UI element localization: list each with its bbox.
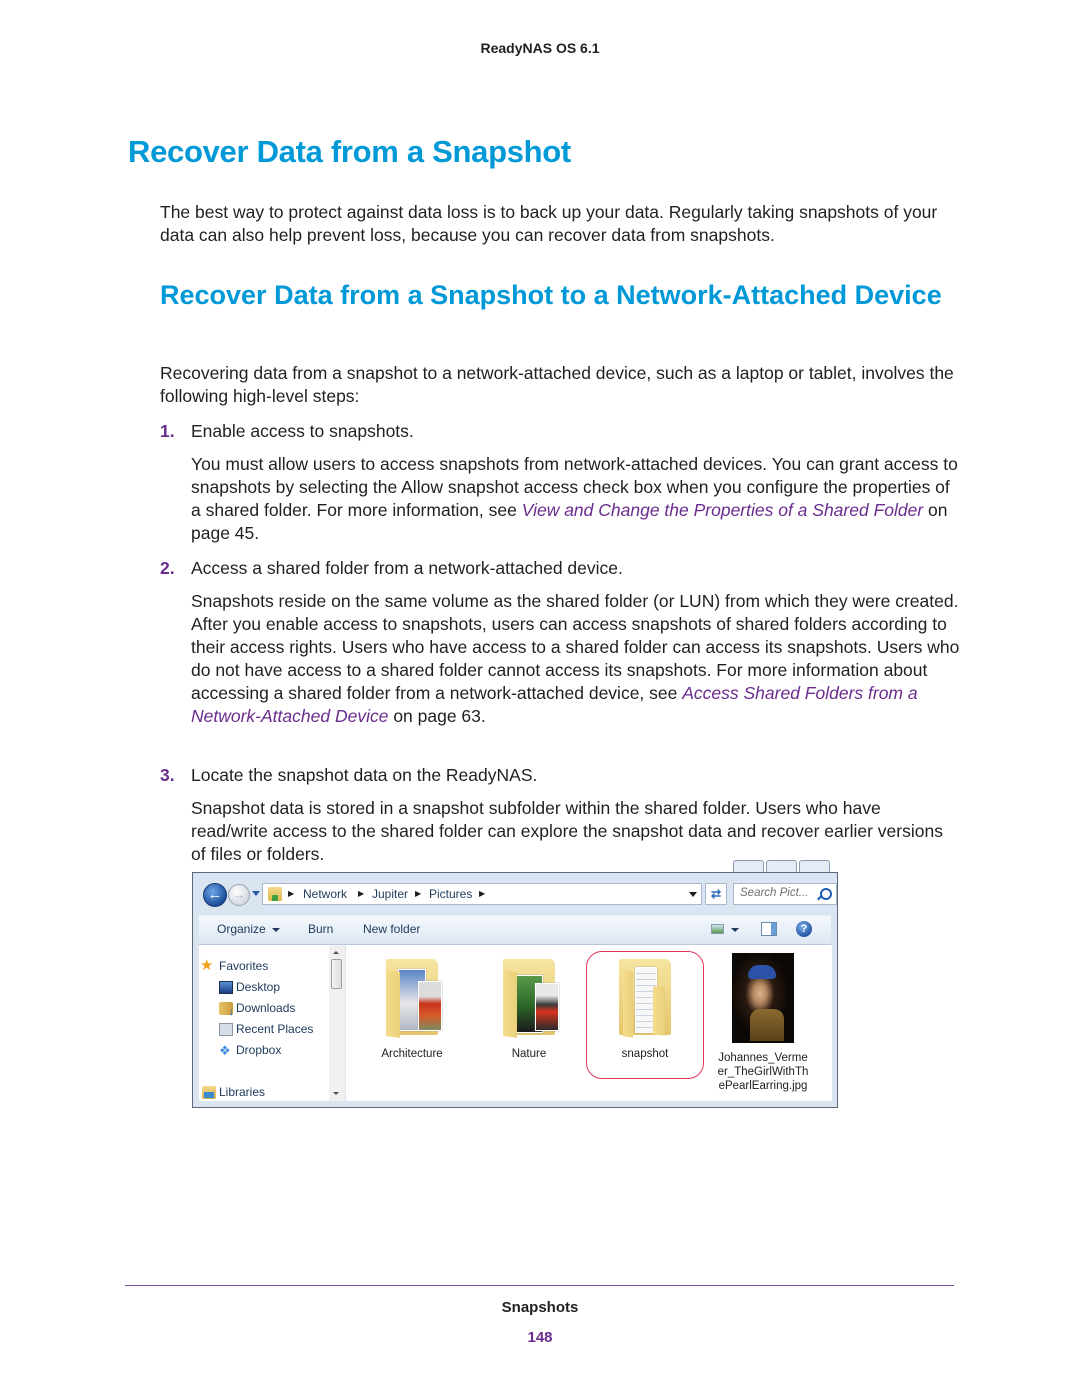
image-thumbnail — [732, 953, 794, 1043]
nav-libraries[interactable]: Libraries — [202, 1085, 266, 1099]
help-icon[interactable]: ? — [796, 921, 812, 937]
libraries-icon — [202, 1086, 216, 1099]
network-folder-icon — [268, 887, 282, 901]
folder-architecture[interactable]: Architecture — [357, 953, 467, 1061]
recent-pages-dropdown[interactable] — [252, 891, 260, 896]
recent-places-icon — [219, 1023, 233, 1036]
breadcrumb-pictures[interactable]: Pictures — [429, 887, 472, 901]
change-view-icon[interactable] — [711, 924, 724, 934]
link-view-change-properties[interactable]: View and Change the Properties of a Shar… — [522, 500, 923, 520]
folder-nature[interactable]: Nature — [474, 953, 584, 1061]
subsection-intro: Recovering data from a snapshot to a net… — [160, 363, 954, 406]
nav-scrollbar[interactable] — [329, 945, 345, 1101]
file-name: Johannes_Verme er_TheGirlWithTh ePearlEa… — [708, 1051, 818, 1093]
view-options-dropdown-icon[interactable] — [731, 928, 739, 932]
file-name: snapshot — [621, 1048, 669, 1060]
page-number: 148 — [527, 1329, 553, 1346]
nav-recent-places-label: Recent Places — [236, 1022, 314, 1036]
subsection-title: Recover Data from a Snapshot to a Networ… — [160, 280, 942, 310]
organize-label: Organize — [217, 922, 266, 936]
chevron-down-icon — [271, 927, 280, 932]
scroll-up-icon[interactable] — [333, 951, 339, 954]
nav-libraries-label: Libraries — [219, 1085, 266, 1099]
breadcrumb-separator-icon: ▶ — [358, 889, 365, 898]
footer-chapter: Snapshots — [501, 1299, 579, 1316]
nav-desktop[interactable]: Desktop — [219, 980, 281, 994]
explorer-window: ← → ▶ Network ▶ Jupiter ▶ Pictures ▶ ⇄ S… — [192, 872, 838, 1108]
refresh-button[interactable]: ⇄ — [705, 883, 727, 905]
nav-dropbox-label: Dropbox — [236, 1043, 282, 1057]
dropbox-icon: ❖ — [219, 1043, 231, 1058]
file-name: Nature — [511, 1048, 547, 1060]
minimize-button[interactable] — [733, 860, 764, 872]
nav-downloads-label: Downloads — [236, 1001, 296, 1015]
downloads-icon — [219, 1002, 234, 1018]
navigation-bar: ← → ▶ Network ▶ Jupiter ▶ Pictures ▶ ⇄ S… — [199, 879, 837, 909]
step-body: Snapshot data is stored in a snapshot su… — [191, 798, 943, 864]
breadcrumb-jupiter[interactable]: Jupiter — [372, 887, 408, 901]
file-name: Architecture — [381, 1048, 443, 1060]
file-name-line: Johannes_Verme — [718, 1052, 808, 1064]
nav-dropbox[interactable]: ❖ Dropbox — [219, 1043, 282, 1057]
step-title: Locate the snapshot data on the ReadyNAS… — [191, 765, 538, 785]
step-number: 3. — [160, 765, 175, 785]
address-dropdown-icon[interactable] — [689, 892, 697, 897]
file-list: Architecture Nature snapshot Johannes_Ve… — [346, 945, 832, 1101]
step-title: Enable access to snapshots. — [191, 421, 414, 441]
address-bar[interactable]: ▶ Network ▶ Jupiter ▶ Pictures ▶ — [262, 883, 702, 905]
desktop-icon — [219, 981, 233, 994]
nav-favorites[interactable]: ★ Favorites — [200, 958, 269, 973]
file-name-line: ePearlEarring.jpg — [718, 1080, 808, 1092]
close-button[interactable] — [799, 860, 830, 872]
nav-downloads[interactable]: Downloads — [219, 1001, 296, 1018]
folder-icon — [380, 953, 444, 1041]
preview-pane-icon[interactable] — [761, 922, 777, 936]
step-number: 1. — [160, 421, 175, 441]
refresh-icon: ⇄ — [710, 887, 722, 901]
file-vermeer-jpg[interactable]: Johannes_Verme er_TheGirlWithTh ePearlEa… — [708, 953, 818, 1093]
breadcrumb-separator-icon: ▶ — [479, 889, 486, 898]
forward-button[interactable]: → — [228, 884, 250, 906]
step-title: Access a shared folder from a network-at… — [191, 558, 623, 578]
back-button[interactable]: ← — [203, 883, 227, 907]
star-icon: ★ — [200, 957, 214, 974]
organize-menu[interactable]: Organize — [217, 922, 280, 936]
scroll-down-icon[interactable] — [333, 1092, 339, 1095]
folder-icon — [497, 953, 561, 1041]
nav-favorites-label: Favorites — [219, 959, 269, 973]
section-intro: The best way to protect against data los… — [160, 202, 938, 245]
burn-button[interactable]: Burn — [308, 922, 333, 936]
search-placeholder: Search Pict... — [740, 887, 809, 899]
nav-recent-places[interactable]: Recent Places — [219, 1022, 314, 1036]
section-title: Recover Data from a Snapshot — [128, 134, 571, 169]
breadcrumb-separator-icon: ▶ — [288, 889, 295, 898]
navigation-pane: ★ Favorites Desktop Downloads Recent Pla… — [199, 945, 345, 1101]
arrow-right-icon: → — [232, 887, 246, 902]
step-body: Snapshots reside on the same volume as t… — [191, 590, 961, 728]
footer-divider — [125, 1285, 954, 1286]
new-folder-button[interactable]: New folder — [363, 922, 420, 936]
running-header: ReadyNAS OS 6.1 — [480, 40, 600, 56]
breadcrumb-separator-icon: ▶ — [415, 889, 422, 898]
file-name-line: er_TheGirlWithTh — [717, 1066, 809, 1078]
arrow-left-icon: ← — [207, 886, 223, 903]
step-number: 2. — [160, 558, 175, 578]
folder-icon — [613, 953, 677, 1041]
folder-snapshot[interactable]: snapshot — [590, 953, 700, 1061]
step-body-text: on page 63. — [388, 706, 486, 726]
maximize-button[interactable] — [766, 860, 797, 872]
step-body: You must allow users to access snapshots… — [191, 453, 961, 545]
scroll-thumb[interactable] — [331, 959, 342, 989]
search-icon[interactable] — [820, 888, 832, 900]
breadcrumb-network[interactable]: Network — [303, 887, 347, 901]
nav-desktop-label: Desktop — [236, 980, 281, 994]
search-input[interactable]: Search Pict... — [733, 883, 837, 905]
command-bar: Organize Burn New folder ? — [199, 915, 831, 945]
